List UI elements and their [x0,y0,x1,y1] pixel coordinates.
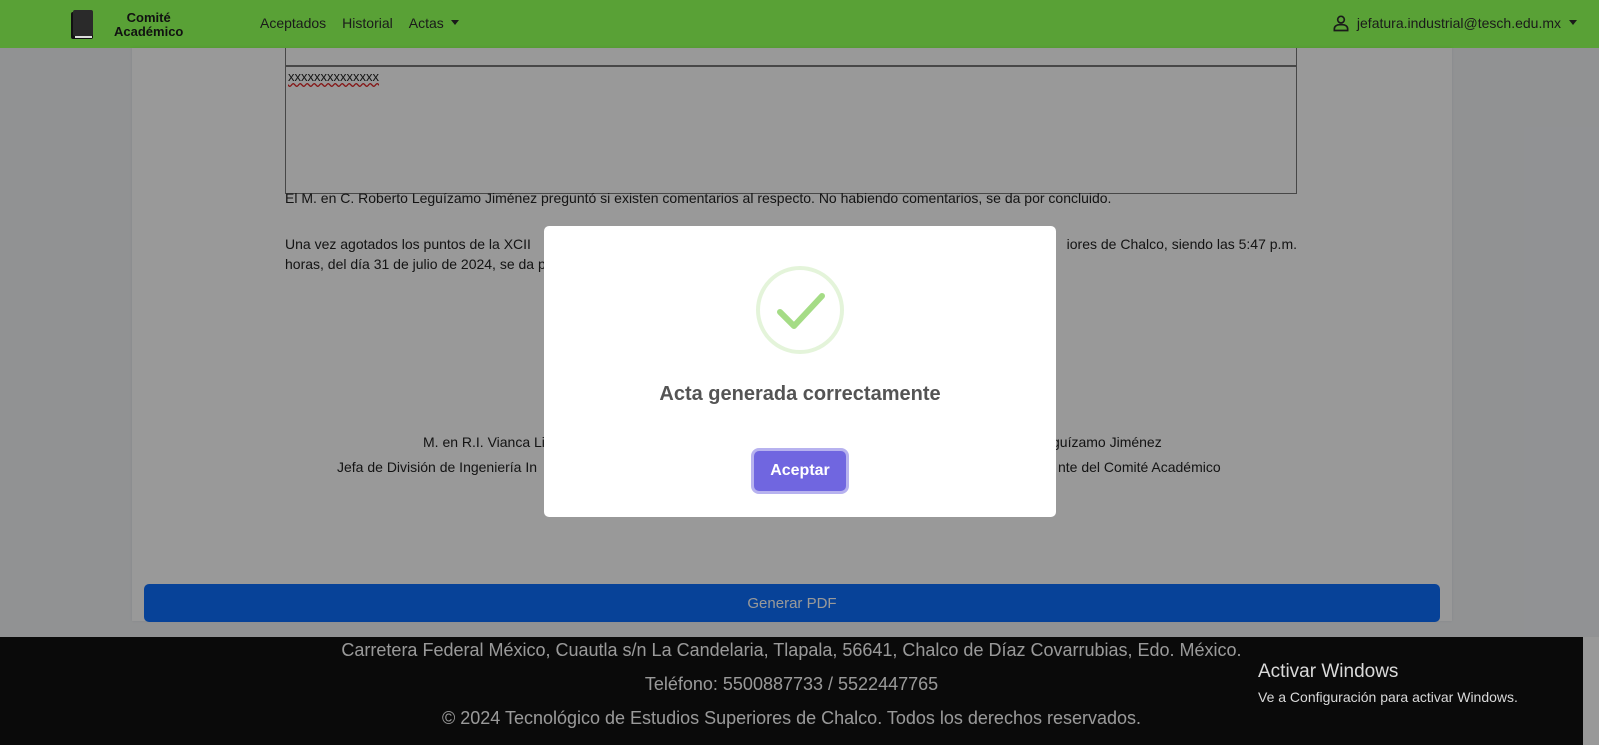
brand-line-2: Académico [114,24,184,39]
brand-line-1: Comité [126,10,171,25]
watermark-subtitle: Ve a Configuración para activar Windows. [1258,689,1518,705]
watermark-title: Activar Windows [1258,661,1399,682]
nav-links: Aceptados Historial Actas [260,15,459,31]
brand-logo[interactable]: Comité Académico [68,9,183,41]
success-check-icon [756,266,844,354]
nav-dropdown-actas[interactable]: Actas [409,15,459,31]
dialog-title: Acta generada correctamente [659,383,941,405]
user-icon [1333,15,1349,32]
user-menu[interactable]: jefatura.industrial@tesch.edu.mx [1331,13,1577,33]
book-icon [71,10,93,39]
accept-button[interactable]: Aceptar [754,451,846,491]
nav-link-aceptados[interactable]: Aceptados [260,15,326,31]
top-navbar: Comité Académico Aceptados Historial Act… [0,0,1599,48]
success-dialog: Acta generada correctamente Aceptar [544,226,1056,517]
user-email-text: jefatura.industrial@tesch.edu.mx [1356,15,1561,31]
nav-dropdown-actas-label: Actas [408,15,444,31]
nav-link-historial[interactable]: Historial [342,15,393,31]
windows-activation-watermark: Activar Windows Ve a Configuración para … [1258,661,1518,705]
user-email: jefatura.industrial@tesch.edu.mx [1357,15,1577,31]
brand-text: Comité Académico [114,11,183,39]
